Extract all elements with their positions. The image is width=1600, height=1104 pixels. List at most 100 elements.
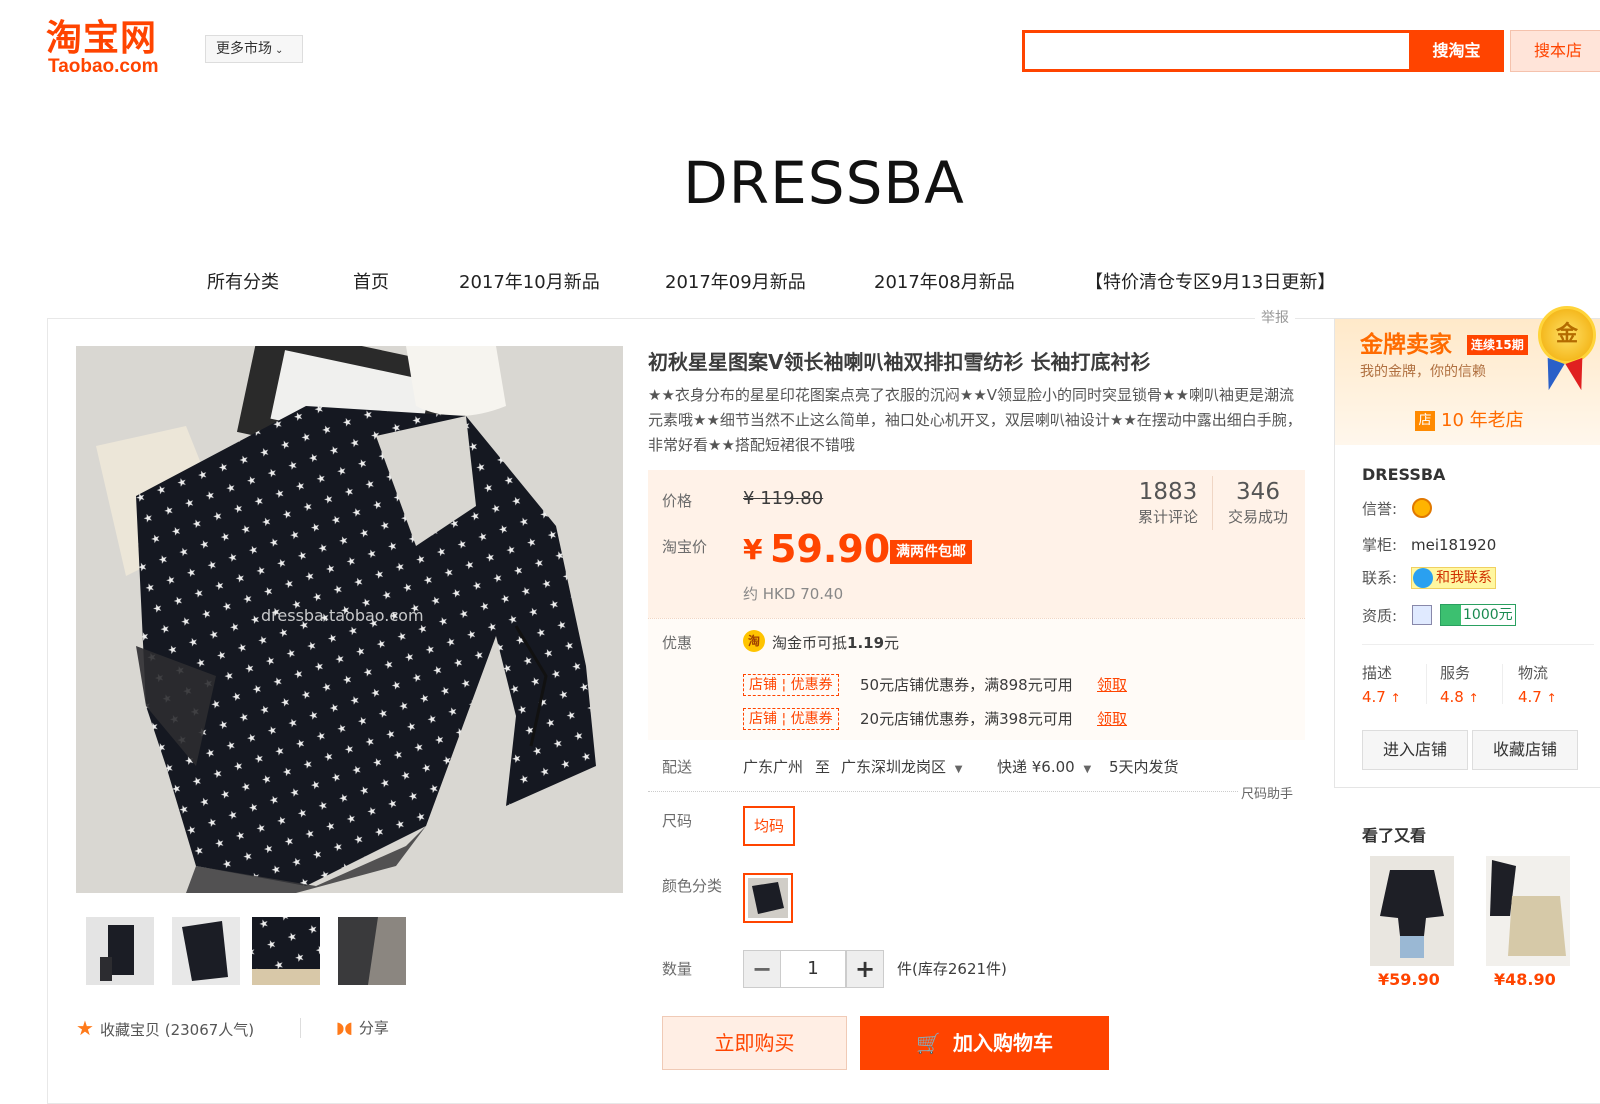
thumbnail-4[interactable] bbox=[338, 917, 406, 985]
nav-home[interactable]: 首页 bbox=[353, 268, 389, 298]
quantity-increase-button[interactable]: + bbox=[846, 950, 884, 988]
more-markets-label: 更多市场 bbox=[216, 41, 272, 57]
ship-to-dropdown[interactable]: 广东深圳龙岗区 ▼ bbox=[841, 756, 963, 781]
nav-all-categories[interactable]: 所有分类 bbox=[207, 268, 279, 298]
reviews-label: 累计评论 bbox=[1137, 508, 1198, 526]
enter-shop-button[interactable]: 进入店铺 bbox=[1362, 730, 1468, 770]
divider bbox=[1212, 476, 1213, 530]
deposit-icon bbox=[1441, 605, 1461, 625]
recommend-item-image[interactable] bbox=[1370, 856, 1454, 966]
claim-coupon-link[interactable]: 领取 bbox=[1097, 674, 1127, 696]
thumbnail-image bbox=[172, 917, 240, 985]
nav-2017-08-new[interactable]: 2017年08月新品 bbox=[874, 268, 1015, 298]
coupon-tag-shop: 店铺 bbox=[749, 711, 777, 727]
color-label: 颜色分类 bbox=[662, 877, 723, 895]
arrow-up-icon: ↑ bbox=[1546, 691, 1557, 705]
taobao-logo[interactable]: 淘宝网 bbox=[46, 18, 157, 60]
contact-label: 联系: bbox=[1362, 569, 1398, 587]
favorite-item-button[interactable]: ★ 收藏宝贝 (23067人气) bbox=[76, 1016, 254, 1042]
deposit-badge[interactable]: 1000元 bbox=[1440, 604, 1516, 626]
taobao-logo-en[interactable]: Taobao.com bbox=[48, 56, 159, 78]
taobao-coin-icon: 淘 bbox=[743, 630, 765, 652]
contact-label-text: 和我联系 bbox=[1436, 570, 1492, 586]
caret-down-icon: ▼ bbox=[1083, 764, 1092, 775]
rating-score: 4.7 ↑ bbox=[1362, 687, 1401, 708]
original-price-value: 119.80 bbox=[760, 488, 824, 509]
coupon-tag: 店铺 ¦ 优惠券 bbox=[743, 708, 839, 730]
shipping-label: 配送 bbox=[662, 758, 693, 776]
ship-method-dropdown[interactable]: 快递 ¥6.00 ▼ bbox=[997, 756, 1091, 781]
seller-shop-name[interactable]: DRESSBA bbox=[1362, 465, 1445, 484]
size-option-selected[interactable]: 均码 bbox=[743, 806, 795, 846]
report-link[interactable]: 举报 bbox=[1255, 307, 1295, 327]
price-currency: ¥ bbox=[743, 533, 763, 566]
hkd-price: 约 HKD 70.40 bbox=[743, 585, 844, 603]
promo-label: 优惠 bbox=[662, 634, 693, 652]
shop-icon: 店 bbox=[1415, 411, 1435, 431]
main-product-image[interactable]: ★ dressba.taobao.com bbox=[76, 346, 623, 893]
shop-age: 10 年老店 bbox=[1441, 410, 1524, 431]
divider bbox=[1362, 644, 1594, 645]
claim-coupon-link[interactable]: 领取 bbox=[1097, 708, 1127, 730]
deposit-amount: 1000元 bbox=[1463, 607, 1513, 623]
arrow-up-icon: ↑ bbox=[1468, 691, 1479, 705]
taobao-price-label: 淘宝价 bbox=[662, 538, 708, 556]
divider bbox=[648, 791, 1238, 792]
recommend-item-price[interactable]: ¥48.90 bbox=[1494, 970, 1556, 989]
size-helper-link[interactable]: 尺码助手 bbox=[1241, 783, 1293, 802]
recommend-item-price[interactable]: ¥59.90 bbox=[1378, 970, 1440, 989]
nav-2017-10-new[interactable]: 2017年10月新品 bbox=[459, 268, 600, 298]
arrow-up-icon: ↑ bbox=[1390, 691, 1401, 705]
add-to-cart-button[interactable]: 🛒 加入购物车 bbox=[860, 1016, 1109, 1070]
rating-value: 4.8 bbox=[1440, 688, 1464, 706]
coin-discount-text: 淘金币可抵1.19元 bbox=[772, 632, 899, 654]
quantity-input[interactable]: 1 bbox=[780, 950, 846, 988]
product-subtitle: ★★衣身分布的星星印花图案点亮了衣服的沉闷★★V领显脸小的同时突显锁骨★★喇叭袖… bbox=[648, 386, 1302, 454]
thumbnail-1[interactable] bbox=[86, 917, 154, 985]
sales-stat[interactable]: 346 交易成功 bbox=[1220, 478, 1296, 528]
nav-2017-09-new[interactable]: 2017年09月新品 bbox=[665, 268, 806, 298]
buy-now-button[interactable]: 立即购买 bbox=[662, 1016, 847, 1070]
contact-seller-button[interactable]: 和我联系 bbox=[1411, 567, 1496, 589]
share-label: 分享 bbox=[358, 1019, 389, 1037]
thumbnail-2[interactable] bbox=[172, 917, 240, 985]
favorite-shop-button[interactable]: 收藏店铺 bbox=[1472, 730, 1578, 770]
caret-down-icon: ▼ bbox=[954, 764, 963, 775]
recommend-photo bbox=[1486, 856, 1570, 966]
rating-score: 4.7 ↑ bbox=[1518, 687, 1557, 708]
free-shipping-tag: 满两件包邮 bbox=[890, 540, 972, 564]
recommend-item-image[interactable] bbox=[1486, 856, 1570, 966]
stock-text: 件(库存2621件) bbox=[897, 960, 1007, 978]
search-shop-button[interactable]: 搜本店 bbox=[1510, 30, 1600, 72]
recommend-photo bbox=[1370, 856, 1454, 966]
reviews-stat[interactable]: 1883 累计评论 bbox=[1130, 478, 1206, 528]
crown-credit-icon bbox=[1412, 498, 1432, 518]
gold-seller-subtitle: 我的金牌，你的信赖 bbox=[1360, 364, 1486, 380]
coupon-text: 50元店铺优惠券，满898元可用 bbox=[860, 676, 1073, 694]
search-input[interactable] bbox=[1022, 30, 1409, 72]
owner-label: 掌柜: bbox=[1362, 536, 1398, 554]
divider bbox=[1426, 664, 1427, 704]
product-title: 初秋星星图案V领长袖喇叭袖双排扣雪纺衫 长袖打底衬衫 bbox=[648, 350, 1151, 374]
thumbnail-image bbox=[252, 917, 320, 985]
qualification-label: 资质: bbox=[1362, 607, 1398, 625]
thumbnail-3[interactable] bbox=[252, 917, 320, 985]
color-option-selected[interactable] bbox=[743, 873, 793, 923]
share-button[interactable]: ◗◖ 分享 bbox=[336, 1016, 389, 1040]
quantity-decrease-button[interactable]: − bbox=[743, 950, 781, 988]
ship-method-value: 快递 ¥6.00 bbox=[997, 758, 1075, 776]
rating-name: 服务 bbox=[1440, 664, 1471, 682]
nav-clearance[interactable]: 【特价清仓专区9月13日更新】 bbox=[1085, 268, 1335, 298]
store-brand-title[interactable]: DRESSBA bbox=[0, 148, 1600, 218]
owner-name[interactable]: mei181920 bbox=[1411, 534, 1496, 556]
price-label: 价格 bbox=[662, 492, 693, 510]
thumbnail-image bbox=[86, 917, 154, 985]
coupon-tag: 店铺 ¦ 优惠券 bbox=[743, 674, 839, 696]
ship-from: 广东广州 bbox=[743, 758, 804, 776]
coin-text: 淘金币可抵 bbox=[772, 634, 848, 652]
more-markets-dropdown[interactable]: 更多市场 ⌄ bbox=[205, 35, 303, 63]
search-taobao-button[interactable]: 搜淘宝 bbox=[1409, 30, 1504, 72]
cart-icon: 🛒 bbox=[916, 1031, 941, 1055]
sales-label: 交易成功 bbox=[1227, 508, 1288, 526]
original-currency: ¥ bbox=[743, 488, 755, 509]
